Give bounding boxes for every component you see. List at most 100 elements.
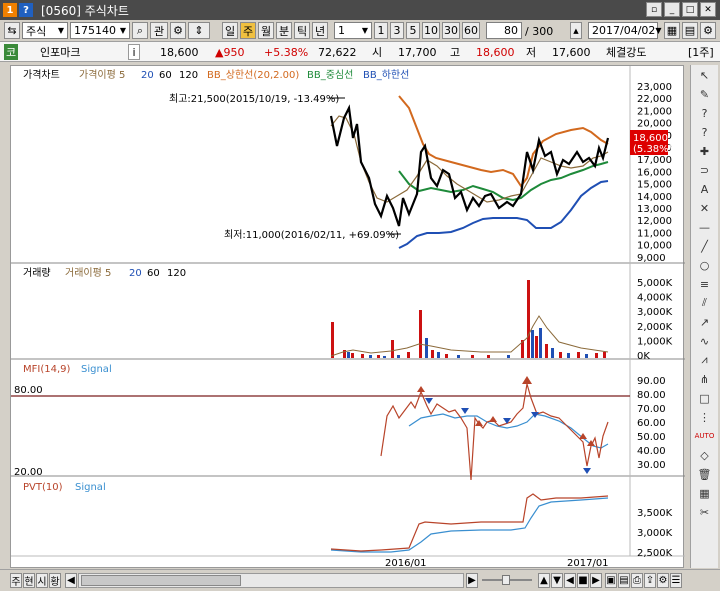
help-tool-icon[interactable]: ?	[694, 104, 716, 122]
volume-bar	[551, 348, 554, 358]
link-toggle-icon[interactable]: ⇆	[4, 22, 20, 39]
legend-price: 가격차트	[23, 68, 60, 81]
date-select[interactable]: 2017/04/02 ▼	[588, 22, 662, 39]
stock-code-input[interactable]: 175140 ▼	[70, 22, 130, 39]
pitchfork-icon[interactable]: ⋔	[694, 370, 716, 388]
stepper-button[interactable]: ⇕	[188, 22, 210, 39]
scroll-right-icon[interactable]: ▶	[466, 573, 478, 588]
horizontal-line-icon[interactable]: —	[694, 218, 716, 236]
search-button[interactable]: ⌕	[132, 22, 148, 39]
window-options-button[interactable]: ▫	[646, 2, 662, 17]
volume: 72,622	[318, 45, 357, 59]
trash-icon[interactable]: 🗑	[694, 465, 716, 483]
mfi-y-tick-label: 80.00	[637, 390, 666, 401]
circle-icon[interactable]: ○	[694, 256, 716, 274]
next-icon[interactable]: ▶	[590, 573, 602, 588]
auto-icon[interactable]: AUTO	[694, 427, 716, 445]
interval-preset-10[interactable]: 10	[422, 22, 440, 39]
minimize-button[interactable]: _	[664, 2, 680, 17]
zoom-out-icon[interactable]: ▼	[551, 573, 563, 588]
info-button[interactable]: i	[128, 44, 140, 60]
question-icon[interactable]: ?	[694, 123, 716, 141]
stock-code-value: 175140	[74, 24, 116, 37]
legend-pvt-signal: Signal	[75, 482, 106, 493]
list-icon[interactable]: ☰	[670, 573, 682, 588]
market-select[interactable]: 주식 ▼	[22, 22, 68, 39]
volume-bar	[527, 280, 530, 358]
tab-ju[interactable]: 주	[10, 573, 22, 588]
zoom-in-icon[interactable]: ▲	[538, 573, 550, 588]
fit-icon[interactable]: ▣	[605, 573, 617, 588]
period-minute-tab[interactable]: 분	[276, 22, 292, 39]
fib-icon[interactable]: ≡	[694, 275, 716, 293]
save-icon[interactable]: ▤	[618, 573, 630, 588]
config-icon[interactable]: ⚙	[700, 22, 716, 39]
grid-icon[interactable]: ▦	[694, 484, 716, 502]
channel-icon[interactable]: ⫽	[694, 294, 716, 312]
settings-button[interactable]: ⚙	[170, 22, 186, 39]
count-input[interactable]: 80	[486, 22, 522, 39]
chart-canvas[interactable]: 가격차트 가격이평 5 20 60 120 BB_상한선(20,2.00) BB…	[11, 66, 685, 569]
prev-icon[interactable]: ◀	[564, 573, 576, 588]
tab-hyun[interactable]: 현	[23, 573, 35, 588]
grid-view-icon[interactable]: ▦	[664, 22, 680, 39]
export-icon[interactable]: ⇪	[644, 573, 656, 588]
legend-bb-mid: BB_중심선	[307, 69, 353, 81]
zoom-slider[interactable]	[482, 575, 532, 585]
legend-vol-ma60: 60	[147, 268, 160, 279]
interval-select[interactable]: 1 ▼	[334, 22, 372, 39]
stepper-icon: ⇕	[194, 24, 204, 37]
crosshair-icon[interactable]: ✚	[694, 142, 716, 160]
x-axis: 2016/01 2017/01	[385, 558, 609, 569]
square-icon[interactable]: □	[694, 389, 716, 407]
pause-icon[interactable]: ■	[577, 573, 589, 588]
maximize-button[interactable]: □	[682, 2, 698, 17]
print-icon[interactable]: ⎙	[631, 573, 643, 588]
interval-preset-30[interactable]: 30	[442, 22, 460, 39]
trend-line-icon[interactable]: ╱	[694, 237, 716, 255]
interval-preset-1[interactable]: 1	[374, 22, 388, 39]
period-week-tab[interactable]: 주	[240, 22, 256, 39]
count-value: 80	[504, 24, 518, 37]
diamond-icon[interactable]: ◇	[694, 446, 716, 464]
mfi-y-tick-label: 70.00	[637, 404, 666, 415]
interval-preset-3[interactable]: 3	[390, 22, 404, 39]
arrow-tool-icon[interactable]: ↗	[694, 313, 716, 331]
scroll-left-icon[interactable]: ◀	[65, 573, 77, 588]
bb-lower-line	[398, 180, 609, 249]
period-year-tab[interactable]: 년	[312, 22, 328, 39]
text-tool-icon[interactable]: A	[694, 180, 716, 198]
interval-preset-5[interactable]: 5	[406, 22, 420, 39]
eraser-icon[interactable]: ✎	[694, 85, 716, 103]
horizontal-scrollbar[interactable]	[78, 573, 464, 588]
legend-ma20: 20	[141, 70, 154, 81]
magnet-icon[interactable]: ⊃	[694, 161, 716, 179]
zoom-slider-thumb[interactable]	[502, 575, 510, 585]
zigzag-icon[interactable]: ⩘	[694, 351, 716, 369]
layout-icon[interactable]: ▤	[682, 22, 698, 39]
period-tick-tab[interactable]: 틱	[294, 22, 310, 39]
gwan-button[interactable]: 관	[150, 22, 168, 39]
period-day-tab[interactable]: 일	[222, 22, 238, 39]
help-icon[interactable]: ?	[19, 3, 33, 17]
low-price: 17,600	[552, 45, 591, 59]
tab-si[interactable]: 시	[36, 573, 48, 588]
close-button[interactable]: ✕	[700, 2, 716, 17]
period-month-tab[interactable]: 월	[258, 22, 274, 39]
count-stepper[interactable]: ▲	[570, 22, 582, 39]
settings-bottom-icon[interactable]: ⚙	[657, 573, 669, 588]
interval-preset-60[interactable]: 60	[462, 22, 480, 39]
dots-icon[interactable]: ⋮	[694, 408, 716, 426]
mfi-y-tick-label: 60.00	[637, 418, 666, 429]
chart-area[interactable]: 가격차트 가격이평 5 20 60 120 BB_상한선(20,2.00) BB…	[10, 65, 685, 569]
scrollbar-thumb[interactable]	[81, 575, 241, 586]
wave-icon[interactable]: ∿	[694, 332, 716, 350]
cut-icon[interactable]: ✂	[694, 503, 716, 521]
tab-hwang[interactable]: 황	[49, 573, 61, 588]
legend-vol-ma120: 120	[167, 268, 186, 279]
open-label: 시	[372, 46, 383, 59]
cross-tool-icon[interactable]: ✕	[694, 199, 716, 217]
market-select-value: 주식	[26, 24, 47, 38]
cursor-icon[interactable]: ↖	[694, 66, 716, 84]
price-y-tick-label: 16,000	[637, 167, 672, 178]
